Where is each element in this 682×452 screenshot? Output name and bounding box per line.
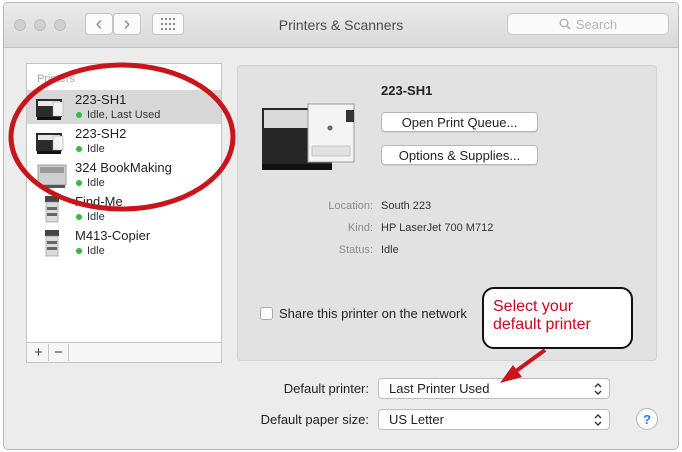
add-printer-button[interactable]: + bbox=[29, 344, 49, 361]
printer-item-223-sh1[interactable]: 223-SH1 Idle, Last Used bbox=[27, 90, 221, 124]
kind-label: Kind: bbox=[347, 222, 373, 234]
printer-icon bbox=[36, 133, 64, 154]
printer-name: 324 BookMaking bbox=[75, 160, 172, 175]
printers-scanners-window: ‹ › Printers & Scanners Search Printers … bbox=[3, 2, 679, 450]
printer-status: Idle bbox=[87, 177, 105, 189]
printer-name: 223-SH2 bbox=[75, 126, 127, 141]
paper-size-label: Default paper size: bbox=[260, 412, 369, 427]
printer-name: 223-SH1 bbox=[75, 92, 127, 107]
paper-size-select[interactable]: US Letter bbox=[378, 409, 610, 430]
status-dot bbox=[76, 248, 82, 254]
paper-size-value: US Letter bbox=[389, 412, 444, 427]
default-printer-select[interactable]: Last Printer Used bbox=[378, 378, 610, 399]
callout-line-1: Select your bbox=[493, 298, 574, 315]
printer-icon bbox=[37, 164, 67, 188]
search-icon bbox=[559, 18, 571, 30]
printer-icon bbox=[36, 99, 64, 120]
printers-header: Printers bbox=[37, 73, 75, 85]
copier-icon bbox=[45, 230, 59, 257]
search-placeholder: Search bbox=[575, 16, 618, 32]
printer-list: Printers 223-SH1 Idle, Last Used 223-SH2… bbox=[26, 63, 222, 363]
options-supplies-button[interactable]: Options & Supplies... bbox=[381, 145, 538, 165]
location-label: Location: bbox=[328, 200, 373, 212]
printer-item-find-me[interactable]: Find-Me Idle bbox=[27, 192, 221, 226]
selected-printer-name: 223-SH1 bbox=[381, 83, 433, 98]
status-dot bbox=[76, 112, 82, 118]
remove-printer-button[interactable]: − bbox=[49, 344, 69, 361]
share-printer-checkbox[interactable] bbox=[260, 307, 273, 320]
annotation-callout: Select your default printer bbox=[482, 287, 633, 349]
location-value: South 223 bbox=[381, 200, 432, 212]
printer-status: Idle bbox=[87, 211, 105, 223]
title-bar: ‹ › Printers & Scanners Search bbox=[4, 3, 678, 48]
printer-item-m413-copier[interactable]: M413-Copier Idle bbox=[27, 226, 221, 260]
callout-line-2: default printer bbox=[493, 316, 591, 333]
default-printer-value: Last Printer Used bbox=[389, 381, 490, 396]
copier-icon bbox=[45, 196, 59, 223]
status-dot bbox=[76, 180, 82, 186]
open-print-queue-button[interactable]: Open Print Queue... bbox=[381, 112, 538, 132]
status-dot bbox=[76, 146, 82, 152]
status-dot bbox=[76, 214, 82, 220]
status-value: Idle bbox=[381, 244, 399, 256]
status-label: Status: bbox=[338, 244, 373, 256]
updown-chevron-icon bbox=[594, 414, 602, 426]
printer-name: M413-Copier bbox=[75, 228, 151, 243]
printer-status: Idle bbox=[87, 245, 105, 257]
share-printer-label: Share this printer on the network bbox=[279, 306, 467, 321]
kind-value: HP LaserJet 700 M712 bbox=[381, 222, 494, 234]
list-toolbar: + − bbox=[27, 342, 221, 362]
printer-item-324-bookmaking[interactable]: 324 BookMaking Idle bbox=[27, 158, 221, 192]
share-printer-option[interactable]: Share this printer on the network bbox=[260, 306, 467, 321]
printer-name: Find-Me bbox=[75, 194, 123, 209]
updown-chevron-icon bbox=[594, 383, 602, 395]
printer-image bbox=[262, 103, 355, 170]
printer-status: Idle bbox=[87, 143, 105, 155]
printer-status: Idle, Last Used bbox=[87, 109, 161, 121]
search-field[interactable]: Search bbox=[507, 13, 669, 35]
default-printer-label: Default printer: bbox=[283, 381, 369, 396]
help-button[interactable]: ? bbox=[636, 408, 658, 430]
printer-item-223-sh2[interactable]: 223-SH2 Idle bbox=[27, 124, 221, 158]
